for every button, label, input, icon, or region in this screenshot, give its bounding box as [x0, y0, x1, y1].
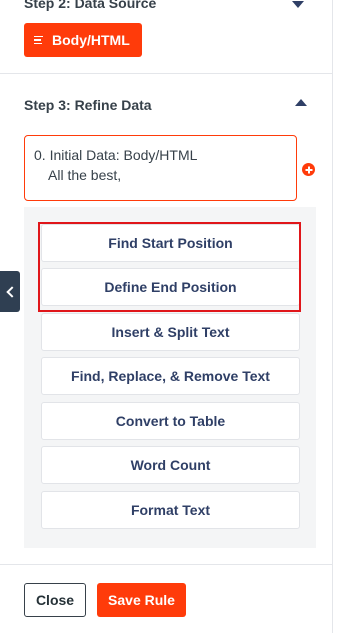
- collapse-step2-chevron-icon[interactable]: [292, 1, 304, 8]
- insert-split-text-button[interactable]: Insert & Split Text: [41, 313, 300, 351]
- add-step-icon[interactable]: [302, 163, 315, 176]
- data-source-button[interactable]: Body/HTML: [24, 23, 142, 57]
- save-rule-button[interactable]: Save Rule: [97, 583, 186, 617]
- rule-editor-panel: Step 2: Data Source Body/HTML Step 3: Re…: [0, 0, 333, 633]
- find-replace-remove-text-button[interactable]: Find, Replace, & Remove Text: [41, 357, 300, 395]
- close-button[interactable]: Close: [24, 583, 86, 617]
- initial-data-box[interactable]: 0. Initial Data: Body/HTML All the best,: [24, 135, 297, 201]
- data-source-label: Body/HTML: [52, 32, 130, 48]
- collapse-panel-tab[interactable]: [0, 271, 20, 312]
- lines-icon: [34, 34, 43, 46]
- chevron-left-icon: [5, 285, 18, 298]
- convert-to-table-button[interactable]: Convert to Table: [41, 402, 300, 440]
- footer-divider: [0, 564, 332, 565]
- initial-data-label: 0. Initial Data: Body/HTML: [34, 147, 198, 163]
- initial-data-preview: All the best,: [48, 167, 122, 183]
- step3-title: Step 3: Refine Data: [24, 97, 152, 113]
- step2-title: Step 2: Data Source: [24, 0, 157, 11]
- step2-section: Step 2: Data Source Body/HTML: [0, 0, 332, 74]
- collapse-step3-chevron-icon[interactable]: [295, 99, 307, 106]
- format-text-button[interactable]: Format Text: [41, 491, 300, 529]
- highlight-box: [38, 222, 301, 312]
- word-count-button[interactable]: Word Count: [41, 446, 300, 484]
